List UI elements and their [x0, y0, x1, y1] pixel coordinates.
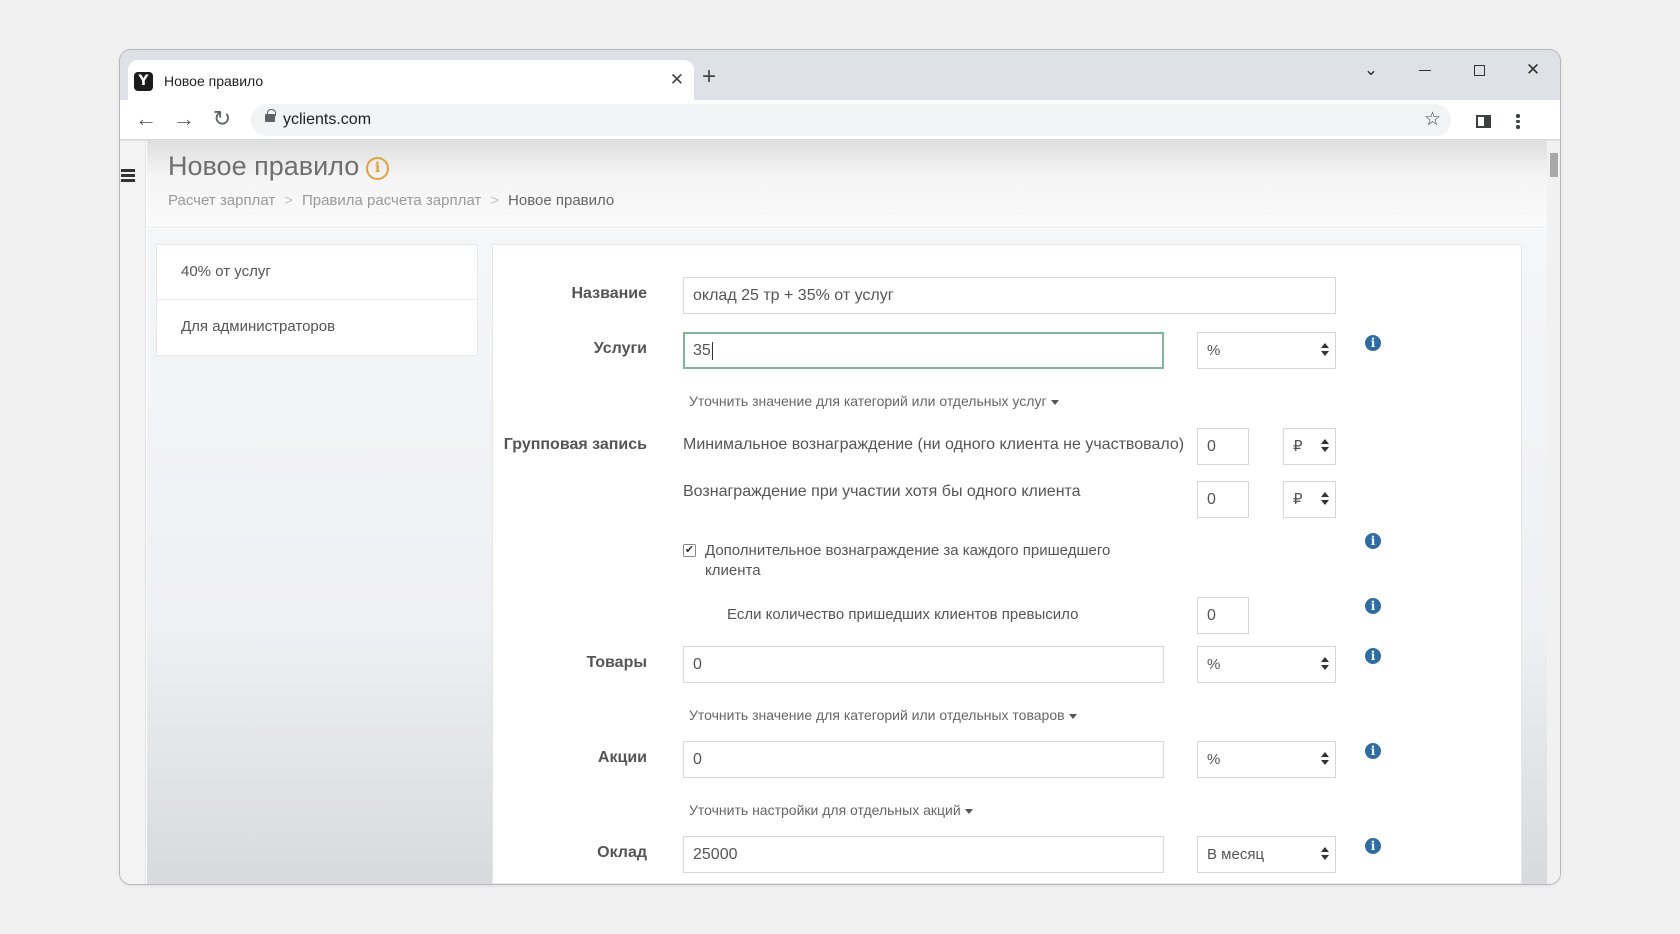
breadcrumb-separator: > [284, 192, 293, 209]
services-refine-text: Уточнить значение для категорий или отде… [689, 393, 1047, 409]
rule-item-40-services[interactable]: 40% от услуг [157, 245, 477, 300]
promos-input[interactable]: 0 [683, 741, 1164, 778]
back-arrow-icon[interactable]: ← [132, 106, 160, 134]
goods-input[interactable]: 0 [683, 646, 1164, 683]
threshold-text: Если количество пришедших клиентов превы… [727, 606, 1079, 623]
reward-one-currency: ₽ [1293, 490, 1303, 508]
breadcrumb-salary-calc[interactable]: Расчет зарплат [168, 192, 275, 209]
caret-down-icon [1068, 713, 1077, 719]
select-arrows-icon [1321, 847, 1329, 860]
promos-refine-text: Уточнить настройки для отдельных акций [689, 802, 961, 818]
min-reward-currency-select[interactable]: ₽ [1283, 428, 1336, 465]
select-arrows-icon [1321, 752, 1329, 765]
name-input[interactable]: оклад 25 тр + 35% от услуг [683, 277, 1336, 314]
extra-reward-info-icon[interactable]: i [1365, 533, 1381, 549]
select-arrows-icon [1321, 657, 1329, 670]
salary-info-icon[interactable]: i [1365, 838, 1381, 854]
bookmark-star-icon[interactable]: ☆ [1424, 108, 1441, 131]
breadcrumb-current: Новое правило [508, 192, 615, 209]
select-arrows-icon [1321, 439, 1329, 452]
promos-info-icon[interactable]: i [1365, 743, 1381, 759]
breadcrumb: Расчет зарплат > Правила расчета зарплат > Н… [168, 192, 614, 209]
browser-window: Y Новое правило ✕ + ⌄ ✕ ← → ↻ yclients.c… [119, 49, 1561, 885]
name-label: Название [571, 285, 647, 302]
services-refine-link[interactable]: Уточнить значение для категорий или отде… [689, 393, 1059, 409]
goods-refine-link[interactable]: Уточнить значение для категорий или отде… [689, 707, 1077, 723]
goods-unit-select[interactable]: % [1197, 646, 1336, 683]
left-sidebar-collapsed [120, 141, 146, 884]
min-reward-input[interactable]: 0 [1197, 428, 1249, 465]
salary-period-select[interactable]: В месяц [1197, 836, 1336, 873]
min-reward-currency: ₽ [1293, 437, 1303, 455]
text-caret [711, 341, 713, 360]
tab-title: Новое правило [164, 73, 264, 89]
new-tab-icon[interactable]: + [702, 65, 716, 89]
breadcrumb-salary-rules[interactable]: Правила расчета зарплат [302, 192, 481, 209]
services-label: Услуги [593, 340, 647, 357]
services-input[interactable]: 35 [683, 332, 1164, 369]
yclients-favicon-icon: Y [134, 72, 153, 91]
extra-reward-line2: клиента [705, 562, 761, 579]
caret-down-icon [1050, 399, 1059, 405]
hamburger-menu-icon[interactable] [121, 169, 135, 184]
reward-one-currency-select[interactable]: ₽ [1283, 481, 1336, 518]
goods-info-icon[interactable]: i [1365, 648, 1381, 664]
reward-one-input[interactable]: 0 [1197, 481, 1249, 518]
tab-bar: Y Новое правило ✕ + ⌄ ✕ [120, 50, 1560, 100]
rule-item-admins[interactable]: Для администраторов [157, 300, 477, 355]
promos-label: Акции [597, 749, 647, 766]
select-arrows-icon [1321, 343, 1329, 356]
browser-menu-icon[interactable] [1504, 106, 1532, 134]
salary-period-value: В месяц [1207, 846, 1265, 863]
scrollbar-thumb[interactable] [1550, 153, 1558, 177]
lock-icon [265, 109, 276, 122]
extra-reward-checkbox[interactable]: ✔ [683, 544, 696, 557]
close-window-icon[interactable]: ✕ [1518, 58, 1548, 82]
side-panel-icon[interactable] [1469, 106, 1497, 134]
page-header: Новое правило i Расчет зарплат > Правила р… [147, 141, 1547, 228]
promos-unit-select[interactable]: % [1197, 741, 1336, 778]
reload-icon[interactable]: ↻ [208, 106, 236, 134]
url-text: yclients.com [283, 111, 372, 128]
goods-refine-text: Уточнить значение для категорий или отде… [689, 707, 1065, 723]
goods-unit-value: % [1207, 656, 1221, 673]
page-scrollbar[interactable] [1547, 141, 1560, 884]
services-info-icon[interactable]: i [1365, 335, 1381, 351]
page-viewport: Новое правило i Расчет зарплат > Правила р… [120, 141, 1560, 884]
page-title: Новое правило [168, 151, 360, 181]
group-label: Групповая запись [503, 436, 647, 453]
tab-search-chevron-icon[interactable]: ⌄ [1356, 58, 1386, 82]
promos-unit-value: % [1207, 751, 1221, 768]
browser-toolbar: ← → ↻ yclients.com ☆ [120, 100, 1560, 140]
browser-tab[interactable]: Y Новое правило ✕ [128, 60, 694, 100]
promos-refine-link[interactable]: Уточнить настройки для отдельных акций [689, 802, 973, 818]
services-value: 35 [693, 342, 711, 359]
breadcrumb-separator: > [490, 192, 500, 209]
tab-close-icon[interactable]: ✕ [670, 70, 684, 90]
min-reward-text: Минимальное вознаграждение (ни одного кл… [683, 436, 1185, 453]
main-content: 40% от услуг Для администраторов Названи… [147, 229, 1547, 884]
rule-form: Название оклад 25 тр + 35% от услуг Услу… [492, 244, 1522, 884]
threshold-info-icon[interactable]: i [1365, 598, 1381, 614]
caret-down-icon [964, 808, 973, 814]
reward-one-text: Вознаграждение при участии хотя бы одног… [683, 483, 1081, 500]
title-info-icon[interactable]: i [366, 157, 389, 180]
minimize-icon[interactable] [1410, 58, 1440, 82]
rules-list: 40% от услуг Для администраторов [156, 244, 478, 356]
address-bar[interactable]: yclients.com ☆ [251, 104, 1451, 136]
services-unit-value: % [1207, 342, 1221, 359]
extra-reward-line1: Дополнительное вознаграждение за каждого… [705, 542, 1111, 559]
goods-label: Товары [586, 654, 648, 671]
services-unit-select[interactable]: % [1197, 332, 1336, 369]
threshold-input[interactable]: 0 [1197, 597, 1249, 634]
salary-label: Оклад [597, 844, 647, 861]
salary-input[interactable]: 25000 [683, 836, 1164, 873]
extra-reward-text: Дополнительное вознаграждение за каждого… [705, 541, 1165, 581]
maximize-icon[interactable] [1464, 58, 1494, 82]
forward-arrow-icon[interactable]: → [170, 106, 198, 134]
select-arrows-icon [1321, 492, 1329, 505]
